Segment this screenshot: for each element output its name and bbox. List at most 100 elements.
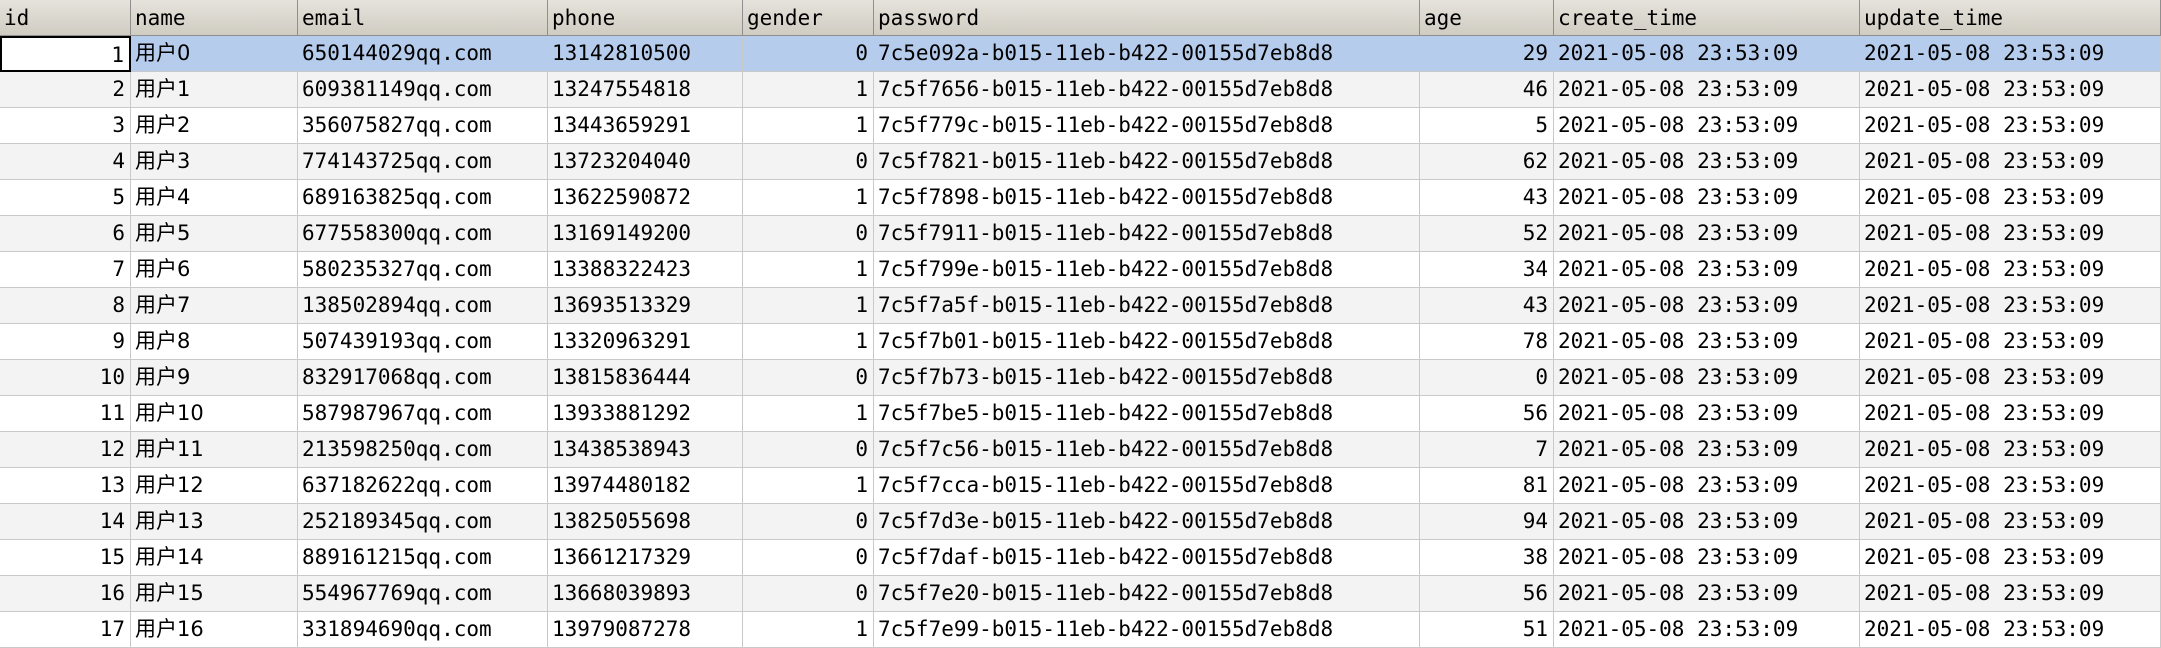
cell-phone[interactable]: 13815836444 bbox=[548, 360, 743, 396]
cell-name[interactable]: 用户7 bbox=[131, 288, 298, 324]
cell-name[interactable]: 用户11 bbox=[131, 432, 298, 468]
cell-email[interactable]: 889161215qq.com bbox=[298, 540, 548, 576]
cell-email[interactable]: 832917068qq.com bbox=[298, 360, 548, 396]
cell-password[interactable]: 7c5f7a5f-b015-11eb-b422-00155d7eb8d8 bbox=[874, 288, 1420, 324]
cell-id[interactable]: 17 bbox=[0, 612, 131, 648]
cell-id[interactable]: 11 bbox=[0, 396, 131, 432]
table-row[interactable]: 5 用户4 689163825qq.com 13622590872 1 7c5f7898-… bbox=[0, 180, 2161, 216]
table-row[interactable]: 13 用户12 637182622qq.com 13974480182 1 7c5f7cc… bbox=[0, 468, 2161, 504]
table-row[interactable]: 17 用户16 331894690qq.com 13979087278 1 7c5f7e9… bbox=[0, 612, 2161, 648]
cell-age[interactable]: 52 bbox=[1420, 216, 1554, 252]
cell-id[interactable]: 1 bbox=[0, 36, 131, 72]
cell-phone[interactable]: 13933881292 bbox=[548, 396, 743, 432]
cell-name[interactable]: 用户0 bbox=[131, 36, 298, 72]
cell-gender[interactable]: 1 bbox=[743, 180, 874, 216]
column-header-password[interactable]: password bbox=[874, 0, 1420, 36]
cell-gender[interactable]: 0 bbox=[743, 576, 874, 612]
cell-update-time[interactable]: 2021-05-08 23:53:09 bbox=[1860, 216, 2161, 252]
cell-create-time[interactable]: 2021-05-08 23:53:09 bbox=[1554, 504, 1860, 540]
cell-create-time[interactable]: 2021-05-08 23:53:09 bbox=[1554, 576, 1860, 612]
cell-create-time[interactable]: 2021-05-08 23:53:09 bbox=[1554, 252, 1860, 288]
cell-gender[interactable]: 1 bbox=[743, 108, 874, 144]
cell-id[interactable]: 4 bbox=[0, 144, 131, 180]
cell-age[interactable]: 62 bbox=[1420, 144, 1554, 180]
cell-id[interactable]: 13 bbox=[0, 468, 131, 504]
cell-update-time[interactable]: 2021-05-08 23:53:09 bbox=[1860, 396, 2161, 432]
cell-phone[interactable]: 13320963291 bbox=[548, 324, 743, 360]
cell-email[interactable]: 331894690qq.com bbox=[298, 612, 548, 648]
cell-name[interactable]: 用户10 bbox=[131, 396, 298, 432]
cell-id[interactable]: 10 bbox=[0, 360, 131, 396]
cell-email[interactable]: 252189345qq.com bbox=[298, 504, 548, 540]
cell-create-time[interactable]: 2021-05-08 23:53:09 bbox=[1554, 396, 1860, 432]
table-row[interactable]: 15 用户14 889161215qq.com 13661217329 0 7c5f7da… bbox=[0, 540, 2161, 576]
cell-password[interactable]: 7c5f7b01-b015-11eb-b422-00155d7eb8d8 bbox=[874, 324, 1420, 360]
cell-create-time[interactable]: 2021-05-08 23:53:09 bbox=[1554, 108, 1860, 144]
cell-phone[interactable]: 13247554818 bbox=[548, 72, 743, 108]
cell-password[interactable]: 7c5f7898-b015-11eb-b422-00155d7eb8d8 bbox=[874, 180, 1420, 216]
table-row[interactable]: 1 用户0 650144029qq.com 13142810500 0 7c5e092a-… bbox=[0, 36, 2161, 72]
cell-age[interactable]: 46 bbox=[1420, 72, 1554, 108]
cell-create-time[interactable]: 2021-05-08 23:53:09 bbox=[1554, 72, 1860, 108]
cell-password[interactable]: 7c5f7daf-b015-11eb-b422-00155d7eb8d8 bbox=[874, 540, 1420, 576]
cell-name[interactable]: 用户16 bbox=[131, 612, 298, 648]
cell-name[interactable]: 用户3 bbox=[131, 144, 298, 180]
column-header-update-time[interactable]: update_time bbox=[1860, 0, 2161, 36]
cell-gender[interactable]: 1 bbox=[743, 468, 874, 504]
cell-password[interactable]: 7c5f7c56-b015-11eb-b422-00155d7eb8d8 bbox=[874, 432, 1420, 468]
cell-age[interactable]: 51 bbox=[1420, 612, 1554, 648]
cell-name[interactable]: 用户14 bbox=[131, 540, 298, 576]
cell-phone[interactable]: 13622590872 bbox=[548, 180, 743, 216]
cell-gender[interactable]: 0 bbox=[743, 144, 874, 180]
cell-update-time[interactable]: 2021-05-08 23:53:09 bbox=[1860, 144, 2161, 180]
cell-gender[interactable]: 1 bbox=[743, 288, 874, 324]
table-row[interactable]: 6 用户5 677558300qq.com 13169149200 0 7c5f7911-… bbox=[0, 216, 2161, 252]
cell-create-time[interactable]: 2021-05-08 23:53:09 bbox=[1554, 216, 1860, 252]
cell-password[interactable]: 7c5f7e20-b015-11eb-b422-00155d7eb8d8 bbox=[874, 576, 1420, 612]
cell-email[interactable]: 689163825qq.com bbox=[298, 180, 548, 216]
cell-phone[interactable]: 13388322423 bbox=[548, 252, 743, 288]
cell-phone[interactable]: 13693513329 bbox=[548, 288, 743, 324]
cell-password[interactable]: 7c5f799e-b015-11eb-b422-00155d7eb8d8 bbox=[874, 252, 1420, 288]
cell-id[interactable]: 5 bbox=[0, 180, 131, 216]
cell-id[interactable]: 12 bbox=[0, 432, 131, 468]
cell-phone[interactable]: 13979087278 bbox=[548, 612, 743, 648]
cell-create-time[interactable]: 2021-05-08 23:53:09 bbox=[1554, 360, 1860, 396]
cell-gender[interactable]: 1 bbox=[743, 324, 874, 360]
table-row[interactable]: 10 用户9 832917068qq.com 13815836444 0 7c5f7b73… bbox=[0, 360, 2161, 396]
cell-password[interactable]: 7c5f7656-b015-11eb-b422-00155d7eb8d8 bbox=[874, 72, 1420, 108]
cell-update-time[interactable]: 2021-05-08 23:53:09 bbox=[1860, 360, 2161, 396]
cell-name[interactable]: 用户6 bbox=[131, 252, 298, 288]
cell-create-time[interactable]: 2021-05-08 23:53:09 bbox=[1554, 324, 1860, 360]
cell-gender[interactable]: 0 bbox=[743, 504, 874, 540]
cell-id[interactable]: 7 bbox=[0, 252, 131, 288]
cell-email[interactable]: 580235327qq.com bbox=[298, 252, 548, 288]
cell-id[interactable]: 8 bbox=[0, 288, 131, 324]
cell-update-time[interactable]: 2021-05-08 23:53:09 bbox=[1860, 432, 2161, 468]
cell-update-time[interactable]: 2021-05-08 23:53:09 bbox=[1860, 36, 2161, 72]
cell-email[interactable]: 774143725qq.com bbox=[298, 144, 548, 180]
cell-age[interactable]: 34 bbox=[1420, 252, 1554, 288]
cell-age[interactable]: 5 bbox=[1420, 108, 1554, 144]
cell-email[interactable]: 637182622qq.com bbox=[298, 468, 548, 504]
cell-gender[interactable]: 0 bbox=[743, 36, 874, 72]
cell-id[interactable]: 6 bbox=[0, 216, 131, 252]
cell-update-time[interactable]: 2021-05-08 23:53:09 bbox=[1860, 468, 2161, 504]
cell-update-time[interactable]: 2021-05-08 23:53:09 bbox=[1860, 540, 2161, 576]
cell-password[interactable]: 7c5f7cca-b015-11eb-b422-00155d7eb8d8 bbox=[874, 468, 1420, 504]
column-header-gender[interactable]: gender bbox=[743, 0, 874, 36]
column-header-email[interactable]: email bbox=[298, 0, 548, 36]
cell-name[interactable]: 用户2 bbox=[131, 108, 298, 144]
cell-id[interactable]: 15 bbox=[0, 540, 131, 576]
cell-password[interactable]: 7c5f7b73-b015-11eb-b422-00155d7eb8d8 bbox=[874, 360, 1420, 396]
cell-update-time[interactable]: 2021-05-08 23:53:09 bbox=[1860, 324, 2161, 360]
cell-email[interactable]: 138502894qq.com bbox=[298, 288, 548, 324]
cell-gender[interactable]: 1 bbox=[743, 396, 874, 432]
cell-id[interactable]: 16 bbox=[0, 576, 131, 612]
cell-create-time[interactable]: 2021-05-08 23:53:09 bbox=[1554, 540, 1860, 576]
cell-email[interactable]: 650144029qq.com bbox=[298, 36, 548, 72]
cell-email[interactable]: 356075827qq.com bbox=[298, 108, 548, 144]
cell-update-time[interactable]: 2021-05-08 23:53:09 bbox=[1860, 108, 2161, 144]
cell-create-time[interactable]: 2021-05-08 23:53:09 bbox=[1554, 468, 1860, 504]
table-row[interactable]: 4 用户3 774143725qq.com 13723204040 0 7c5f7821-… bbox=[0, 144, 2161, 180]
